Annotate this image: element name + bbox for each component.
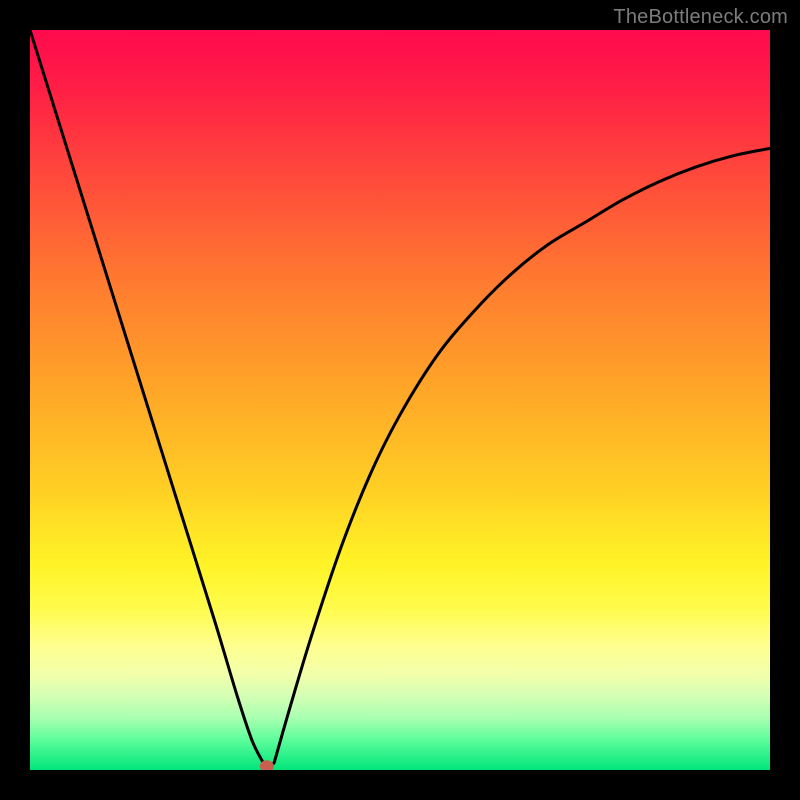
left-branch-path [30,30,263,763]
bottleneck-curve [30,30,770,770]
right-branch-path [274,148,770,762]
plot-area [30,30,770,770]
attribution-text: TheBottleneck.com [613,6,788,29]
chart-stage: TheBottleneck.com [0,0,800,800]
